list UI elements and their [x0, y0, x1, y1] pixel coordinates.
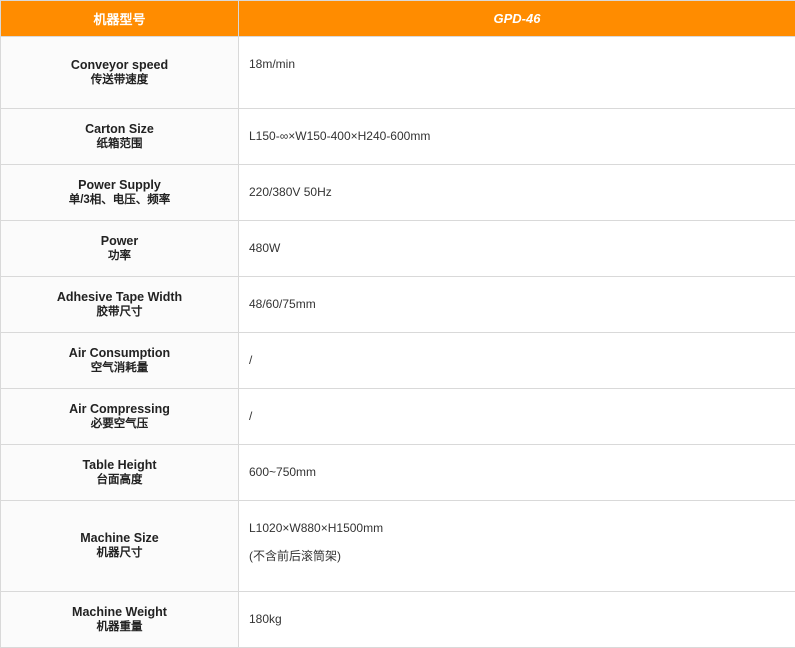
value-cell: 48/60/75mm	[239, 277, 795, 333]
param-name-zh: 空气消耗量	[1, 361, 238, 376]
model-value: GPD-46	[239, 1, 795, 37]
table-row: Carton Size 纸箱范围 L150-∞×W150-400×H240-60…	[1, 109, 795, 165]
param-name-en: Conveyor speed	[1, 58, 238, 73]
table-row: Air Compressing 必要空气压 /	[1, 389, 795, 445]
model-label: 机器型号	[1, 1, 239, 37]
table-row: Machine Weight 机器重量 180kg	[1, 592, 795, 648]
value-cell: /	[239, 333, 795, 389]
table-row: Air Consumption 空气消耗量 /	[1, 333, 795, 389]
param-name-en: Adhesive Tape Width	[1, 290, 238, 305]
param-name-zh: 传送带速度	[1, 73, 238, 88]
param-name-zh: 纸箱范围	[1, 137, 238, 152]
param-name-en: Table Height	[1, 458, 238, 473]
param-name-zh: 胶带尺寸	[1, 305, 238, 320]
value-cell: L150-∞×W150-400×H240-600mm	[239, 109, 795, 165]
param-name-en: Air Compressing	[1, 402, 238, 417]
table-row: Table Height 台面高度 600~750mm	[1, 445, 795, 501]
param-name-zh: 机器重量	[1, 620, 238, 635]
param-cell: Machine Size 机器尺寸	[1, 501, 239, 592]
table-row: Power Supply 单/3相、电压、频率 220/380V 50Hz	[1, 165, 795, 221]
param-value: 180kg	[249, 612, 795, 626]
param-name-en: Air Consumption	[1, 346, 238, 361]
value-cell: /	[239, 389, 795, 445]
value-cell: L1020×W880×H1500mm (不含前后滚筒架)	[239, 501, 795, 592]
header-row: 机器型号 GPD-46	[1, 1, 795, 37]
value-cell: 18m/min	[239, 37, 795, 109]
param-name-zh: 功率	[1, 249, 238, 264]
param-cell: Power Supply 单/3相、电压、频率	[1, 165, 239, 221]
param-name-en: Machine Size	[1, 531, 238, 546]
table-row: Power 功率 480W	[1, 221, 795, 277]
table-row: Conveyor speed 传送带速度 18m/min	[1, 37, 795, 109]
param-cell: Table Height 台面高度	[1, 445, 239, 501]
param-value: L150-∞×W150-400×H240-600mm	[249, 129, 795, 143]
param-value: 220/380V 50Hz	[249, 185, 795, 199]
param-cell: Adhesive Tape Width 胶带尺寸	[1, 277, 239, 333]
param-value-note: (不含前后滚筒架)	[249, 549, 795, 563]
value-cell: 220/380V 50Hz	[239, 165, 795, 221]
value-cell: 480W	[239, 221, 795, 277]
param-name-zh: 单/3相、电压、频率	[1, 193, 238, 208]
param-value: /	[249, 409, 795, 423]
param-value: 48/60/75mm	[249, 297, 795, 311]
spec-table: 机器型号 GPD-46 Conveyor speed 传送带速度 18m/min…	[0, 0, 795, 648]
param-cell: Air Consumption 空气消耗量	[1, 333, 239, 389]
value-cell: 180kg	[239, 592, 795, 648]
table-row: Machine Size 机器尺寸 L1020×W880×H1500mm (不含…	[1, 501, 795, 592]
param-name-en: Power	[1, 234, 238, 249]
param-name-zh: 台面高度	[1, 473, 238, 488]
param-value: L1020×W880×H1500mm	[249, 521, 795, 535]
param-value: 600~750mm	[249, 465, 795, 479]
param-cell: Carton Size 纸箱范围	[1, 109, 239, 165]
param-cell: Air Compressing 必要空气压	[1, 389, 239, 445]
param-name-en: Machine Weight	[1, 605, 238, 620]
param-value: 18m/min	[249, 57, 795, 71]
param-cell: Machine Weight 机器重量	[1, 592, 239, 648]
value-cell: 600~750mm	[239, 445, 795, 501]
param-name-zh: 机器尺寸	[1, 546, 238, 561]
table-row: Adhesive Tape Width 胶带尺寸 48/60/75mm	[1, 277, 795, 333]
param-value: /	[249, 353, 795, 367]
param-cell: Conveyor speed 传送带速度	[1, 37, 239, 109]
param-name-zh: 必要空气压	[1, 417, 238, 432]
param-name-en: Carton Size	[1, 122, 238, 137]
param-name-en: Power Supply	[1, 178, 238, 193]
param-cell: Power 功率	[1, 221, 239, 277]
param-value: 480W	[249, 241, 795, 255]
